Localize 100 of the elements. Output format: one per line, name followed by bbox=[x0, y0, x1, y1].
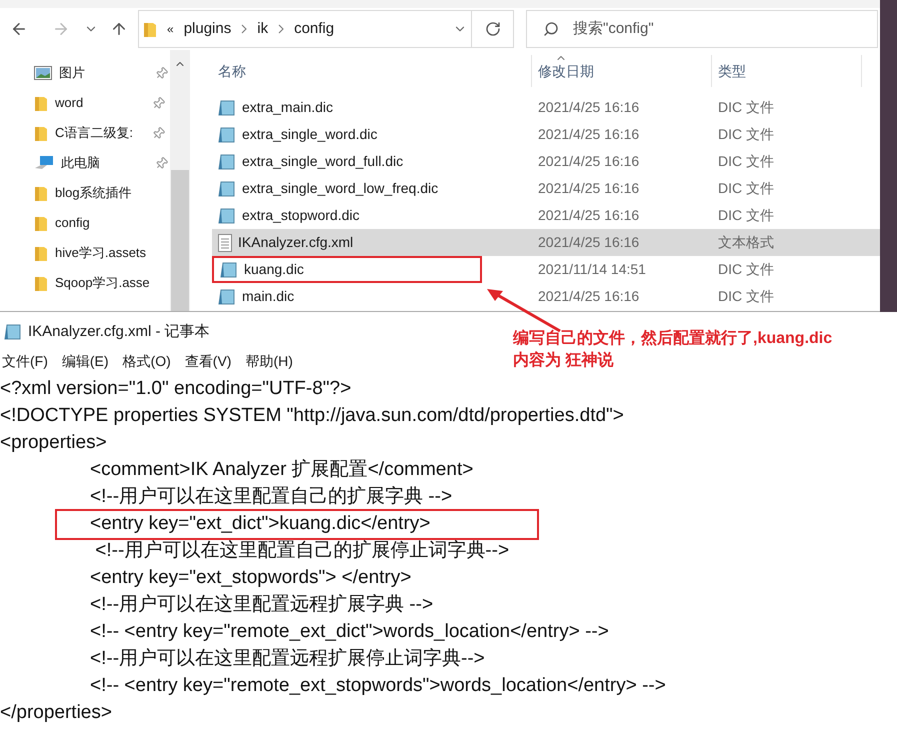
text-file-icon bbox=[218, 234, 232, 252]
back-button[interactable] bbox=[10, 20, 28, 38]
code-line: <entry key="ext_dict">kuang.dic</entry> bbox=[90, 512, 430, 536]
file-row[interactable]: extra_stopword.dic 2021/4/25 16:16 DIC 文件 bbox=[212, 202, 880, 229]
code-line: <!--用户可以在这里配置远程扩展停止词字典--> bbox=[90, 647, 485, 672]
nav-label: 此电脑 bbox=[61, 154, 101, 172]
nav-label: config bbox=[55, 214, 90, 232]
breadcrumb[interactable]: ik bbox=[257, 18, 268, 40]
nav-label: hive学习.assets bbox=[55, 244, 146, 262]
breadcrumb[interactable]: plugins bbox=[184, 18, 232, 40]
code-line: <properties> bbox=[0, 431, 107, 456]
nav-label: C语言二级复: bbox=[55, 124, 134, 142]
file-icon bbox=[218, 126, 236, 144]
nav-item[interactable]: Sqoop学习.asse bbox=[0, 268, 170, 298]
folder-icon bbox=[34, 94, 48, 112]
file-type: DIC 文件 bbox=[717, 152, 775, 171]
file-date: 2021/4/25 16:16 bbox=[537, 179, 640, 198]
file-type: DIC 文件 bbox=[717, 98, 775, 117]
file-icon bbox=[218, 180, 236, 198]
nav-label: blog系统插件 bbox=[55, 184, 132, 202]
folder-icon bbox=[34, 124, 48, 142]
column-header[interactable]: 名称 bbox=[212, 55, 532, 87]
code-line: <!--用户可以在这里配置自己的扩展停止词字典--> bbox=[94, 539, 510, 564]
chevron-right-icon bbox=[241, 24, 248, 34]
annotation-text: 内容为 狂神说 bbox=[513, 350, 614, 371]
nav-item[interactable]: blog系统插件 bbox=[0, 178, 170, 208]
file-name: main.dic bbox=[242, 287, 294, 306]
file-type: DIC 文件 bbox=[717, 260, 775, 279]
file-date: 2021/4/25 16:16 bbox=[537, 233, 640, 252]
computer-icon bbox=[34, 155, 54, 171]
search-field[interactable]: 搜索"config" bbox=[526, 10, 878, 48]
file-name: kuang.dic bbox=[244, 260, 304, 279]
file-date: 2021/11/14 14:51 bbox=[537, 260, 647, 279]
refresh-button[interactable] bbox=[472, 10, 514, 48]
code-line: <!--用户可以在这里配置自己的扩展字典 --> bbox=[90, 485, 452, 510]
code-line: <!-- <entry key="remote_ext_stopwords">words_location</entry> --> bbox=[90, 674, 666, 698]
folder-icon bbox=[143, 20, 157, 38]
chevron-right-icon bbox=[278, 24, 284, 34]
nav-item[interactable]: hive学习.assets bbox=[0, 238, 170, 268]
nav-label: Sqoop学习.asse bbox=[55, 274, 150, 292]
file-row[interactable]: extra_single_word_full.dic 2021/4/25 16:16 DIC 文件 bbox=[212, 148, 880, 175]
code-line: <?xml version="1.0" encoding="UTF-8"?> bbox=[0, 377, 352, 402]
up-button[interactable] bbox=[110, 20, 128, 38]
code-line: <!DOCTYPE properties SYSTEM "http://java.sun.com/dtd/properties.dtd"> bbox=[0, 404, 624, 428]
folder-icon bbox=[34, 244, 48, 262]
file-name: extra_single_word_low_freq.dic bbox=[242, 179, 438, 198]
folder-icon bbox=[34, 214, 48, 232]
file-row[interactable]: extra_single_word.dic 2021/4/25 16:16 DIC 文件 bbox=[212, 121, 880, 148]
menu-item[interactable]: 编辑(E) bbox=[62, 350, 109, 372]
menu-item[interactable]: 帮助(H) bbox=[245, 350, 293, 372]
refresh-icon bbox=[484, 21, 500, 37]
file-date: 2021/4/25 16:16 bbox=[537, 206, 640, 225]
code-line: <comment>IK Analyzer 扩展配置</comment> bbox=[90, 458, 474, 482]
code-line: <entry key="ext_stopwords"> </entry> bbox=[90, 566, 412, 590]
nav-label: 图片 bbox=[59, 64, 86, 82]
menu-item[interactable]: 文件(F) bbox=[2, 350, 48, 372]
nav-item[interactable]: config bbox=[0, 208, 170, 238]
file-icon bbox=[218, 288, 236, 306]
nav-item[interactable]: word bbox=[0, 88, 170, 118]
file-type: DIC 文件 bbox=[717, 287, 775, 306]
file-date: 2021/4/25 16:16 bbox=[537, 287, 640, 306]
nav-label: word bbox=[55, 94, 84, 112]
file-date: 2021/4/25 16:16 bbox=[537, 125, 640, 144]
menu-item[interactable]: 查看(V) bbox=[184, 350, 232, 372]
file-icon bbox=[220, 260, 238, 278]
file-row[interactable]: extra_main.dic 2021/4/25 16:16 DIC 文件 bbox=[212, 94, 880, 121]
search-input[interactable]: 搜索"config" bbox=[573, 18, 853, 40]
file-row[interactable]: IKAnalyzer.cfg.xml 2021/4/25 16:16 文本格式 bbox=[212, 229, 880, 256]
menu-item[interactable]: 格式(O) bbox=[122, 350, 171, 372]
file-type: DIC 文件 bbox=[717, 206, 775, 225]
column-header[interactable]: 修改日期 bbox=[532, 55, 712, 87]
annotation-text: 编写自己的文件，然后配置就行了,kuang.dic bbox=[513, 328, 832, 349]
file-icon bbox=[4, 323, 22, 341]
file-icon bbox=[218, 152, 236, 170]
file-name: IKAnalyzer.cfg.xml bbox=[238, 233, 354, 252]
file-row[interactable]: kuang.dic 2021/11/14 14:51 DIC 文件 bbox=[212, 256, 880, 283]
file-type: DIC 文件 bbox=[717, 125, 775, 144]
nav-item[interactable]: 图片 bbox=[0, 58, 170, 88]
window-title: IKAnalyzer.cfg.xml - 记事本 bbox=[28, 322, 210, 342]
file-name: extra_single_word.dic bbox=[242, 125, 378, 144]
file-row[interactable]: main.dic 2021/4/25 16:16 DIC 文件 bbox=[212, 283, 880, 310]
file-date: 2021/4/25 16:16 bbox=[537, 98, 640, 117]
code-line: <!-- <entry key="remote_ext_dict">words_location</entry> --> bbox=[90, 620, 609, 644]
file-type: 文本格式 bbox=[717, 233, 775, 252]
nav-item[interactable]: 此电脑 bbox=[0, 148, 170, 178]
breadcrumb[interactable]: config bbox=[294, 18, 334, 40]
file-name: extra_main.dic bbox=[242, 98, 334, 117]
address-bar[interactable]: « plugins ik config bbox=[138, 10, 472, 48]
file-icon bbox=[218, 206, 236, 224]
file-name: extra_single_word_full.dic bbox=[242, 152, 404, 171]
overflow-chevron[interactable]: « bbox=[167, 20, 174, 38]
picture-icon bbox=[34, 66, 52, 80]
code-line: </properties> bbox=[0, 701, 112, 726]
scrollbar[interactable] bbox=[170, 50, 190, 311]
file-type: DIC 文件 bbox=[717, 179, 775, 198]
folder-icon bbox=[34, 184, 48, 202]
file-row[interactable]: extra_single_word_low_freq.dic 2021/4/25 16:16 DIC 文件 bbox=[212, 175, 880, 202]
search-icon bbox=[543, 21, 559, 37]
column-header[interactable]: 类型 bbox=[712, 55, 862, 87]
nav-item[interactable]: C语言二级复: bbox=[0, 118, 170, 148]
